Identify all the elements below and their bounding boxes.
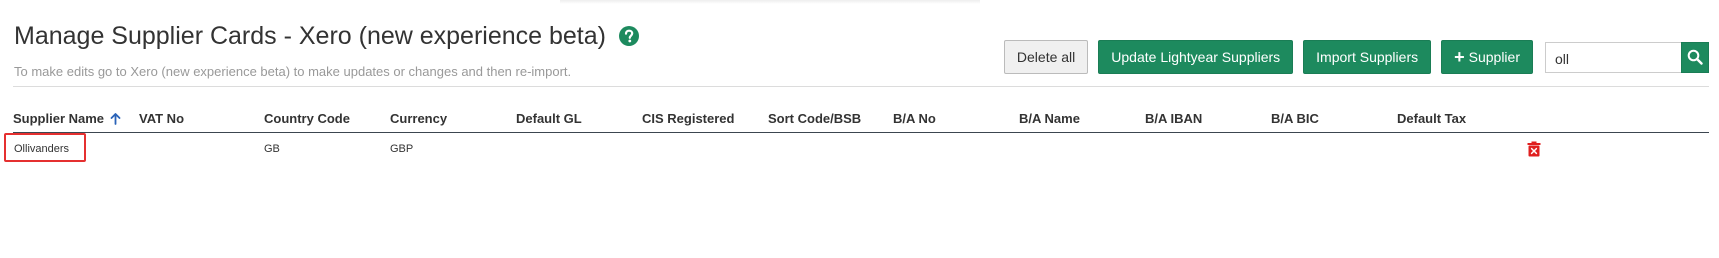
column-header-ba-name[interactable]: B/A Name [1019,111,1080,126]
page-header: Manage Supplier Cards - Xero (new experi… [14,20,640,79]
arrow-up-icon [110,112,121,125]
search-input[interactable] [1545,41,1681,73]
column-header-vat-no[interactable]: VAT No [139,111,184,126]
column-header-supplier-name[interactable]: Supplier Name [13,111,121,126]
table-row[interactable]: Ollivanders GB GBP [13,133,1709,163]
column-header-cis-registered[interactable]: CIS Registered [642,111,734,126]
header-divider [13,86,1709,87]
column-label: Supplier Name [13,111,105,126]
column-header-default-gl[interactable]: Default GL [516,111,582,126]
search-icon [1687,49,1703,65]
selection-highlight [4,133,86,162]
table-header: Supplier Name VAT No Country Code Curren… [13,105,1709,133]
plus-icon: + [1454,47,1465,67]
cell-country-code: GB [264,143,280,155]
import-suppliers-button[interactable]: Import Suppliers [1303,40,1432,74]
title-row: Manage Supplier Cards - Xero (new experi… [14,20,640,52]
toolbar: Delete all Update Lightyear Suppliers Im… [994,40,1709,74]
cell-currency: GBP [390,143,414,155]
column-header-sort-code[interactable]: Sort Code/BSB [768,111,861,126]
trash-icon[interactable] [1527,141,1541,157]
column-header-ba-no[interactable]: B/A No [893,111,936,126]
supplier-table: Supplier Name VAT No Country Code Curren… [0,105,1719,163]
update-suppliers-button[interactable]: Update Lightyear Suppliers [1098,40,1294,74]
search-button[interactable] [1681,41,1709,73]
column-header-currency[interactable]: Currency [390,111,447,126]
top-shadow [560,0,980,4]
help-circle-icon[interactable] [618,25,640,47]
delete-all-button[interactable]: Delete all [1003,40,1089,74]
page-title: Manage Supplier Cards - Xero (new experi… [14,22,606,50]
search-group [1545,41,1709,73]
add-supplier-button[interactable]: + Supplier [1441,40,1533,74]
column-header-default-tax[interactable]: Default Tax [1397,111,1466,126]
add-supplier-label: Supplier [1468,49,1520,65]
column-header-ba-bic[interactable]: B/A BIC [1271,111,1319,126]
column-header-ba-iban[interactable]: B/A IBAN [1145,111,1202,126]
page-subtitle: To make edits go to Xero (new experience… [14,64,572,79]
column-header-country-code[interactable]: Country Code [264,111,350,126]
